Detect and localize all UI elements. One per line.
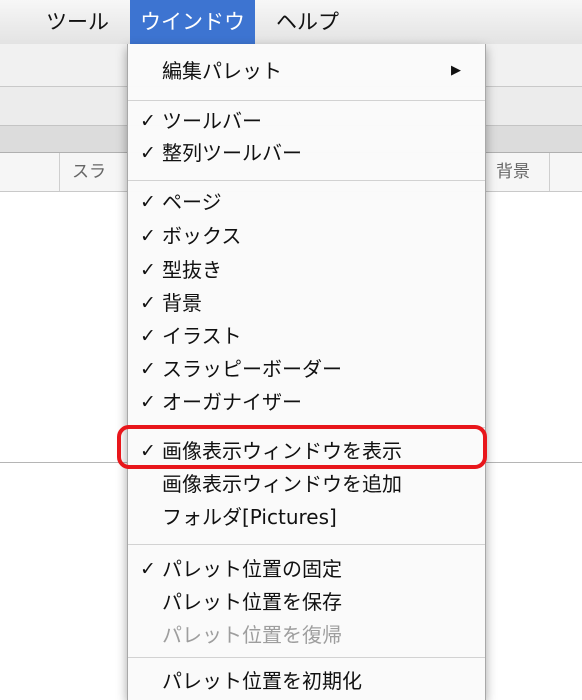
- menu-item-label: 整列ツールバー: [162, 141, 302, 165]
- menu-item-label: 画像表示ウィンドウを追加: [162, 472, 402, 496]
- menu-item-label: パレット位置を初期化: [162, 669, 362, 693]
- menu-separator: [128, 544, 485, 545]
- menu-item-label: ページ: [162, 190, 222, 214]
- menu-item-label: ツールバー: [162, 109, 262, 133]
- menu-item-organizer[interactable]: ✓ オーガナイザー: [128, 387, 485, 417]
- tab-slappy[interactable]: スラッ: [60, 153, 130, 220]
- menu-tools[interactable]: ツール: [36, 0, 119, 44]
- menu-item-box[interactable]: ✓ ボックス: [128, 221, 485, 251]
- menu-item-background[interactable]: ✓ 背景: [128, 288, 485, 318]
- menu-item-toolbar[interactable]: ✓ ツールバー: [128, 106, 485, 136]
- menu-item-add-image-window[interactable]: 画像表示ウィンドウを追加: [128, 469, 485, 499]
- checkmark-icon: ✓: [140, 259, 156, 281]
- checkmark-icon: ✓: [140, 191, 156, 213]
- menu-item-label: 背景: [162, 291, 202, 315]
- menu-item-reset-palette-position[interactable]: パレット位置を初期化: [128, 666, 485, 696]
- checkmark-icon: ✓: [140, 325, 156, 347]
- checkmark-icon: ✓: [140, 558, 156, 580]
- submenu-arrow-icon: ▶: [451, 63, 461, 78]
- menu-item-label: イラスト: [162, 324, 242, 348]
- checkmark-icon: ✓: [140, 110, 156, 132]
- menu-item-label: 編集パレット: [162, 59, 282, 83]
- menu-item-page[interactable]: ✓ ページ: [128, 187, 485, 217]
- menu-item-align-toolbar[interactable]: ✓ 整列ツールバー: [128, 138, 485, 168]
- menu-item-illust[interactable]: ✓ イラスト: [128, 321, 485, 351]
- menu-item-save-palette-position[interactable]: パレット位置を保存: [128, 587, 485, 617]
- menu-separator: [128, 657, 485, 658]
- menu-item-label: 型抜き: [162, 258, 222, 282]
- menu-item-label: パレット位置を保存: [162, 590, 342, 614]
- highlight-annotation: [117, 425, 487, 469]
- menu-item-label: スラッピーボーダー: [162, 357, 342, 381]
- menu-item-lock-palette-position[interactable]: ✓ パレット位置の固定: [128, 554, 485, 584]
- menu-item-slappy-border[interactable]: ✓ スラッピーボーダー: [128, 354, 485, 384]
- tab-more[interactable]: [550, 153, 582, 191]
- checkmark-icon: ✓: [140, 225, 156, 247]
- menu-item-restore-palette-position: パレット位置を復帰: [128, 620, 485, 650]
- menu-separator: [128, 100, 485, 101]
- menu-item-die-cut[interactable]: ✓ 型抜き: [128, 255, 485, 285]
- menu-window[interactable]: ウインドウ: [130, 0, 255, 44]
- tab-background[interactable]: 背景: [484, 153, 550, 191]
- menu-separator: [128, 180, 485, 181]
- menu-help[interactable]: ヘルプ: [266, 0, 349, 44]
- checkmark-icon: ✓: [140, 142, 156, 164]
- menu-item-label: ボックス: [162, 224, 242, 248]
- checkmark-icon: ✓: [140, 358, 156, 380]
- menu-item-label: オーガナイザー: [162, 390, 302, 414]
- menu-item-label: フォルダ[Pictures]: [162, 505, 337, 529]
- menu-item-folder-pictures[interactable]: フォルダ[Pictures]: [128, 502, 485, 532]
- menu-item-edit-palette[interactable]: 編集パレット ▶: [128, 56, 485, 86]
- checkmark-icon: ✓: [140, 292, 156, 314]
- menu-item-label: パレット位置の固定: [162, 557, 342, 581]
- tab-blank[interactable]: [0, 153, 60, 191]
- window-menu-dropdown: 編集パレット ▶ ✓ ツールバー ✓ 整列ツールバー ✓ ページ ✓ ボックス …: [127, 44, 486, 700]
- menu-bar: ツール ウインドウ ヘルプ: [0, 0, 582, 45]
- checkmark-icon: ✓: [140, 391, 156, 413]
- menu-item-label: パレット位置を復帰: [162, 623, 342, 647]
